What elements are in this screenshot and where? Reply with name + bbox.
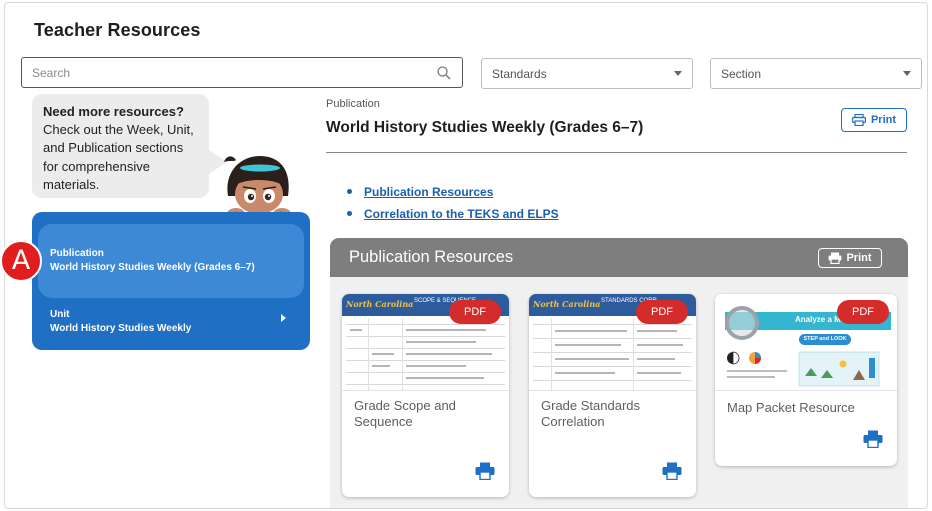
printer-icon[interactable] <box>475 462 495 480</box>
help-bubble-line: Check out the Week, Unit, <box>43 122 194 138</box>
chevron-right-icon <box>281 314 286 322</box>
printer-icon[interactable] <box>863 430 883 448</box>
breadcrumb: Publication <box>326 98 380 110</box>
resources-panel-title: Publication Resources <box>349 248 514 266</box>
resource-card-standards-correlation[interactable]: North Carolina STANDARDS CORR PDF Grade … <box>529 294 696 497</box>
standards-select[interactable]: Standards <box>481 58 693 89</box>
section-links: Publication Resources Correlation to the… <box>347 184 559 228</box>
thumbnail-logo: North Carolina <box>346 299 414 309</box>
chevron-down-icon <box>903 71 911 76</box>
nav-item-type-label: Publication <box>50 248 104 259</box>
resource-card-name: Map Packet Resource <box>727 400 855 415</box>
resource-card-scope-sequence[interactable]: North Carolina SCOPE & SEQUENCE PDF Grad… <box>342 294 509 497</box>
resource-card-name: Grade Standards Correlation <box>541 398 641 429</box>
search-placeholder: Search <box>32 65 71 80</box>
search-input[interactable]: Search <box>21 57 463 88</box>
title-divider <box>326 152 907 153</box>
help-bubble-heading: Need more resources? <box>43 104 184 119</box>
thumbnail-logo: North Carolina <box>533 299 601 309</box>
nav-item-type-label: Unit <box>50 309 70 320</box>
nav-item-title: World History Studies Weekly (Grades 6–7… <box>50 261 255 273</box>
printer-icon <box>851 114 866 126</box>
pdf-badge: PDF <box>449 300 501 324</box>
help-bubble-line: materials. <box>43 176 100 192</box>
nav-item-publication[interactable]: Publication World History Studies Weekly… <box>38 224 304 298</box>
magnifier-illustration <box>725 306 759 340</box>
printer-icon <box>829 252 842 264</box>
section-select-value: Section <box>721 66 762 81</box>
publication-title: World History Studies Weekly (Grades 6–7… <box>326 119 644 136</box>
print-button-label: Print <box>870 114 897 126</box>
search-icon[interactable] <box>436 65 452 81</box>
chevron-down-icon <box>674 71 682 76</box>
pdf-badge: PDF <box>837 300 889 324</box>
pdf-badge: PDF <box>636 300 688 324</box>
resources-print-label: Print <box>846 251 872 264</box>
printer-icon[interactable] <box>662 462 682 480</box>
page-title: Teacher Resources <box>34 20 201 40</box>
nav-item-unit[interactable]: Unit World History Studies Weekly <box>38 304 304 344</box>
help-bubble-line: and Publication sections <box>43 140 184 156</box>
resource-card-name: Grade Scope and Sequence <box>354 398 456 429</box>
map-packet-illustration <box>727 351 880 387</box>
help-bubble-line: for comprehensive <box>43 158 150 174</box>
nav-panel: Publication World History Studies Weekly… <box>32 212 310 350</box>
resources-panel-header: Publication Resources Print <box>330 238 908 277</box>
help-bubble: Need more resources? Check out the Week,… <box>32 94 209 198</box>
standards-select-value: Standards <box>492 66 547 81</box>
thumbnail-pill: STEP and LOOK <box>799 334 851 345</box>
annotation-marker-a: A <box>0 240 42 282</box>
nav-item-title: World History Studies Weekly <box>50 322 192 334</box>
link-correlation-teks-elps[interactable]: Correlation to the TEKS and ELPS <box>347 206 559 228</box>
print-button[interactable]: Print <box>841 108 907 132</box>
resource-card-map-packet[interactable]: Analyze a Map STEP and LOOK PDF Map Pack… <box>715 294 897 466</box>
link-publication-resources[interactable]: Publication Resources <box>347 184 559 206</box>
resources-print-button[interactable]: Print <box>818 247 882 268</box>
section-select[interactable]: Section <box>710 58 922 89</box>
